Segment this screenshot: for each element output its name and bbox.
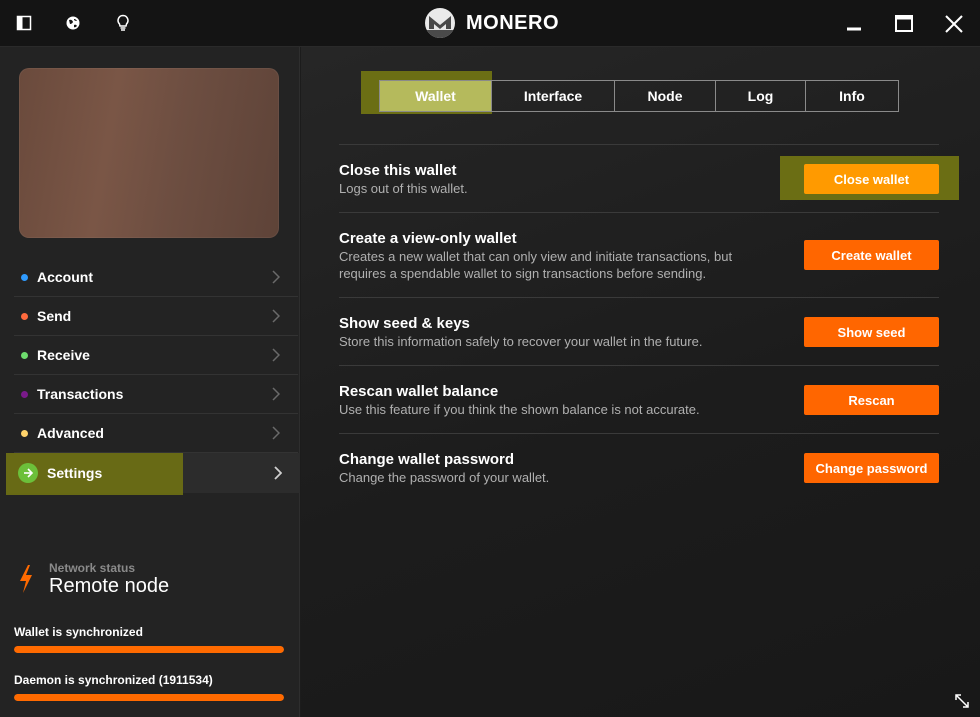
- brand: MONERO: [425, 8, 559, 38]
- chevron-right-icon: [272, 426, 281, 445]
- setting-show-seed: Show seed & keys Store this information …: [339, 297, 939, 365]
- sidebar-item-label: Transactions: [37, 386, 124, 402]
- wallet-sync-label: Wallet is synchronized: [14, 625, 143, 639]
- network-status: Network status Remote node: [18, 561, 288, 601]
- receive-dot-icon: [21, 351, 28, 359]
- network-status-caption: Network status: [49, 561, 136, 575]
- sidebar-item-label: Account: [37, 269, 93, 285]
- sidebar-toggle-icon[interactable]: [14, 13, 34, 33]
- chevron-right-icon: [272, 270, 281, 289]
- resize-icon[interactable]: [954, 693, 970, 714]
- arrow-right-circle-icon: [18, 463, 38, 483]
- create-wallet-button[interactable]: Create wallet: [804, 240, 939, 270]
- setting-rescan-balance: Rescan wallet balance Use this feature i…: [339, 365, 939, 433]
- sidebar-item-label: Settings: [47, 465, 103, 481]
- close-wallet-button[interactable]: Close wallet: [804, 164, 939, 194]
- sidebar-item-settings[interactable]: Settings: [6, 453, 300, 495]
- sidebar-item-label: Advanced: [37, 425, 104, 441]
- tab-info[interactable]: Info: [805, 81, 898, 111]
- tab-log[interactable]: Log: [715, 81, 805, 111]
- globe-icon[interactable]: [63, 13, 83, 33]
- chevron-right-icon: [274, 466, 283, 485]
- sidebar: Account Send Receive Transactions Advanc…: [0, 47, 300, 717]
- settings-list: Close this wallet Logs out of this walle…: [339, 144, 939, 501]
- monero-logo-icon: [425, 8, 455, 38]
- sidebar-item-advanced[interactable]: Advanced: [14, 414, 298, 453]
- chevron-right-icon: [272, 348, 281, 367]
- brand-name: MONERO: [466, 11, 559, 34]
- sidebar-item-transactions[interactable]: Transactions: [14, 375, 298, 414]
- lightning-icon: [18, 565, 34, 598]
- rescan-button[interactable]: Rescan: [804, 385, 939, 415]
- network-status-value: Remote node: [49, 575, 170, 597]
- chevron-right-icon: [272, 309, 281, 328]
- lightbulb-icon[interactable]: [113, 13, 133, 33]
- daemon-sync-progress: [14, 694, 284, 701]
- title-bar: MONERO: [0, 0, 980, 47]
- setting-create-view-only-wallet: Create a view-only wallet Creates a new …: [339, 212, 939, 297]
- sidebar-menu: Account Send Receive Transactions Advanc…: [0, 258, 300, 495]
- maximize-icon[interactable]: [892, 12, 916, 36]
- transactions-dot-icon: [21, 390, 28, 398]
- settings-panel: Wallet Interface Node Log Info Close thi…: [301, 47, 980, 717]
- daemon-sync: Daemon is synchronized (1911534): [14, 673, 284, 701]
- settings-tabs: Wallet Interface Node Log Info: [379, 80, 899, 112]
- wallet-sync-progress: [14, 646, 284, 653]
- daemon-sync-label: Daemon is synchronized (1911534): [14, 673, 213, 687]
- send-dot-icon: [21, 312, 28, 320]
- sidebar-item-send[interactable]: Send: [14, 297, 298, 336]
- setting-change-password: Change wallet password Change the passwo…: [339, 433, 939, 501]
- close-icon[interactable]: [942, 12, 966, 36]
- tab-interface[interactable]: Interface: [491, 81, 614, 111]
- tab-node[interactable]: Node: [614, 81, 715, 111]
- minimize-icon[interactable]: [842, 12, 866, 36]
- tab-wallet[interactable]: Wallet: [380, 81, 491, 111]
- sidebar-item-receive[interactable]: Receive: [14, 336, 298, 375]
- sidebar-item-label: Send: [37, 308, 72, 324]
- show-seed-button[interactable]: Show seed: [804, 317, 939, 347]
- wallet-sync: Wallet is synchronized: [14, 625, 284, 653]
- sidebar-item-account[interactable]: Account: [14, 258, 298, 297]
- setting-close-wallet: Close this wallet Logs out of this walle…: [339, 144, 939, 212]
- advanced-dot-icon: [21, 429, 28, 437]
- change-password-button[interactable]: Change password: [804, 453, 939, 483]
- account-dot-icon: [21, 273, 28, 281]
- wallet-card[interactable]: [19, 68, 279, 238]
- chevron-right-icon: [272, 387, 281, 406]
- sidebar-item-label: Receive: [37, 347, 90, 363]
